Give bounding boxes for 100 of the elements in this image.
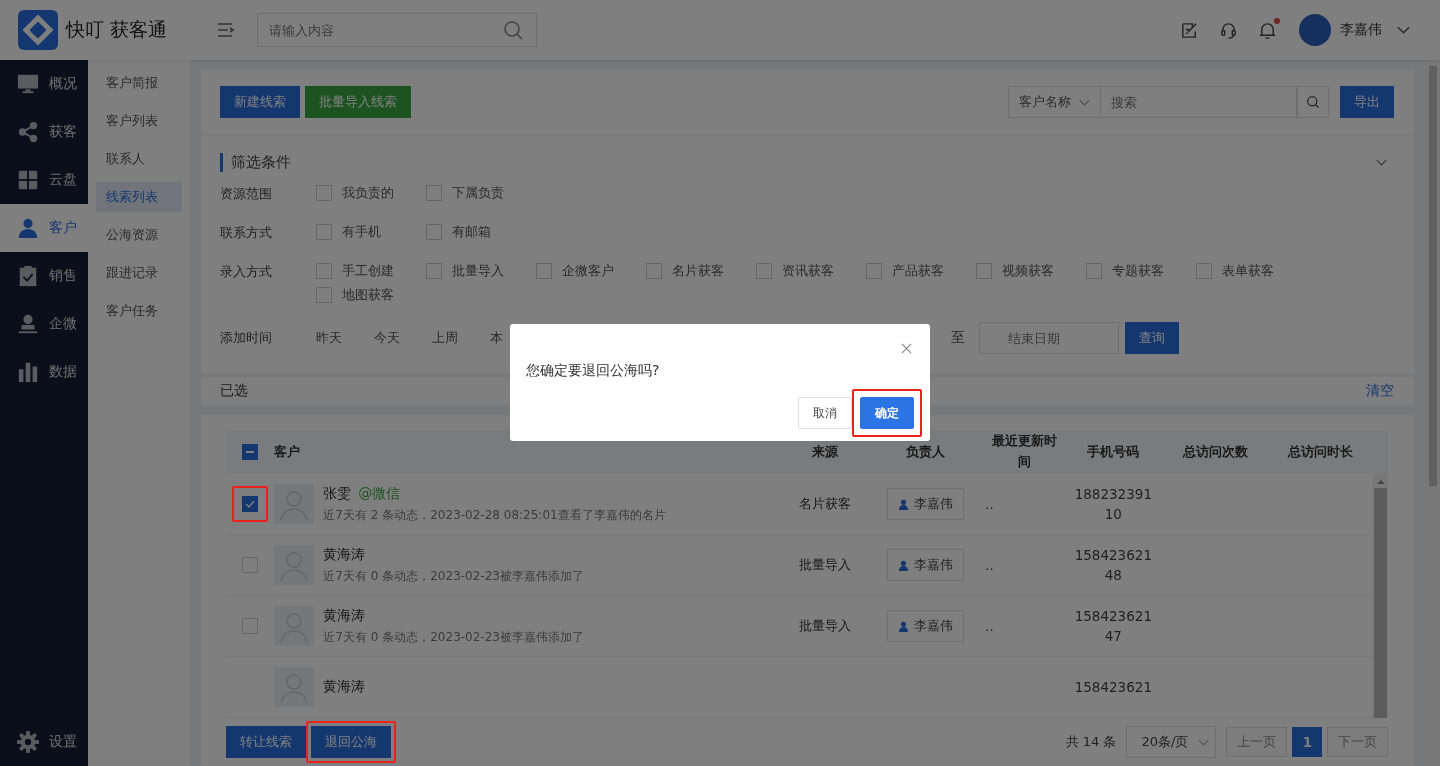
option-label[interactable]: 我负责的 bbox=[342, 184, 395, 202]
search-icon bbox=[1306, 95, 1321, 109]
search-field[interactable]: 请输入内容 bbox=[257, 13, 537, 47]
search-scope-select[interactable]: 客户名称 bbox=[1008, 86, 1102, 118]
submenu-item[interactable]: 联系人 bbox=[95, 144, 183, 174]
option-label[interactable]: 视频获客 bbox=[1002, 262, 1055, 280]
action-button[interactable]: 批量导入线索 bbox=[305, 86, 412, 118]
option-label[interactable]: 批量导入 bbox=[452, 262, 505, 280]
avatar-placeholder-icon bbox=[274, 545, 315, 585]
submenu-item[interactable]: 公海资源 bbox=[95, 220, 183, 250]
select-all-checkbox[interactable] bbox=[242, 444, 259, 460]
owner-button[interactable]: 李嘉伟 bbox=[886, 610, 964, 642]
search-icon[interactable] bbox=[503, 20, 523, 40]
chevron-down-icon bbox=[1079, 98, 1091, 106]
search-button[interactable] bbox=[1297, 86, 1330, 118]
checkbox[interactable] bbox=[866, 263, 883, 279]
option-label[interactable]: 有邮箱 bbox=[452, 223, 492, 241]
column-header: 最近更新时间 bbox=[990, 432, 1058, 471]
person-icon bbox=[897, 559, 909, 571]
time-option[interactable]: 今天 bbox=[374, 329, 433, 347]
action-button[interactable]: 新建线索 bbox=[220, 86, 301, 118]
cancel-button[interactable]: 取消 bbox=[798, 397, 852, 429]
checkbox[interactable] bbox=[426, 263, 443, 279]
menu-icon[interactable] bbox=[217, 22, 235, 38]
customer-name[interactable]: 黄海涛 bbox=[323, 545, 366, 564]
nav-item[interactable]: 销售 bbox=[0, 252, 88, 300]
option-label[interactable]: 专题获客 bbox=[1112, 262, 1165, 280]
chevron-down-icon[interactable] bbox=[1376, 158, 1388, 166]
scrollbar[interactable] bbox=[1373, 474, 1389, 718]
owner-button[interactable]: 李嘉伟 bbox=[886, 549, 964, 581]
nav-item[interactable]: 设置 bbox=[0, 718, 88, 766]
checkbox[interactable] bbox=[316, 224, 333, 240]
option-label[interactable]: 手工创建 bbox=[342, 262, 395, 280]
nav-item[interactable]: 数据 bbox=[0, 348, 88, 396]
avatar[interactable] bbox=[1299, 14, 1331, 46]
edit-icon[interactable] bbox=[1180, 20, 1199, 40]
checkbox[interactable] bbox=[1196, 263, 1213, 279]
nav-item[interactable]: 客户 bbox=[0, 204, 88, 252]
end-date-field[interactable]: 结束日期 bbox=[979, 322, 1120, 354]
phone-number: 18823239110 bbox=[1073, 485, 1153, 524]
customer-name[interactable]: 黄海涛 bbox=[323, 678, 366, 696]
checkbox[interactable] bbox=[756, 263, 773, 279]
table-cell: .. bbox=[985, 618, 994, 634]
bell-icon[interactable] bbox=[1258, 20, 1277, 40]
owner-button[interactable]: 李嘉伟 bbox=[886, 488, 964, 520]
option-label[interactable]: 产品获客 bbox=[892, 262, 945, 280]
chevron-down-icon[interactable] bbox=[1397, 26, 1410, 34]
app-title: 快叮 获客通 bbox=[66, 17, 168, 42]
bar-chart-icon bbox=[17, 361, 39, 383]
submenu-item[interactable]: 客户任务 bbox=[95, 296, 183, 326]
stamp-icon bbox=[17, 313, 39, 335]
nav-item[interactable]: 获客 bbox=[0, 108, 88, 156]
nav-item[interactable]: 云盘 bbox=[0, 156, 88, 204]
checkbox[interactable] bbox=[316, 263, 333, 279]
page-scrollbar[interactable] bbox=[1426, 60, 1440, 766]
row-checkbox[interactable] bbox=[242, 496, 259, 512]
option-label[interactable]: 资讯获客 bbox=[782, 262, 835, 280]
confirm-button[interactable]: 确定 bbox=[860, 397, 914, 429]
customer-name[interactable]: 张雯 bbox=[323, 484, 352, 503]
checkbox[interactable] bbox=[316, 185, 333, 201]
page-size-select[interactable]: 20条/页 bbox=[1126, 726, 1217, 758]
activity-text: 近7天有 0 条动态，2023-02-23被李嘉伟添加了 bbox=[323, 567, 584, 585]
query-button[interactable]: 查询 bbox=[1125, 322, 1180, 354]
share-icon bbox=[17, 121, 39, 143]
nav-item[interactable]: 概况 bbox=[0, 60, 88, 108]
checkbox[interactable] bbox=[316, 287, 333, 303]
option-label[interactable]: 地图获客 bbox=[342, 286, 395, 304]
option-label[interactable]: 名片获客 bbox=[672, 262, 725, 280]
bulk-action-button[interactable]: 退回公海 bbox=[311, 726, 392, 758]
option-label[interactable]: 下属负责 bbox=[452, 184, 505, 202]
filter-label: 联系方式 bbox=[220, 224, 274, 242]
submenu-item[interactable]: 跟进记录 bbox=[95, 258, 183, 288]
checkbox[interactable] bbox=[646, 263, 663, 279]
checkbox[interactable] bbox=[1086, 263, 1103, 279]
column-header: 客户 bbox=[274, 443, 302, 461]
option-label[interactable]: 有手机 bbox=[342, 223, 382, 241]
checkbox[interactable] bbox=[426, 185, 443, 201]
checkbox[interactable] bbox=[536, 263, 553, 279]
person-icon bbox=[17, 217, 39, 239]
bulk-action-button[interactable]: 转让线索 bbox=[226, 726, 307, 758]
checkbox[interactable] bbox=[426, 224, 443, 240]
option-label[interactable]: 企微客户 bbox=[562, 262, 615, 280]
export-button[interactable]: 导出 bbox=[1340, 86, 1395, 118]
customer-name[interactable]: 黄海涛 bbox=[323, 606, 366, 625]
close-icon[interactable] bbox=[901, 343, 912, 354]
person-icon bbox=[897, 498, 909, 510]
submenu-item[interactable]: 客户列表 bbox=[95, 106, 183, 136]
submenu-item[interactable]: 客户简报 bbox=[95, 68, 183, 98]
clear-link[interactable]: 清空 bbox=[1366, 382, 1395, 400]
page-button[interactable]: 1 bbox=[1292, 727, 1323, 757]
time-option[interactable]: 上周 bbox=[432, 329, 491, 347]
headset-icon[interactable] bbox=[1219, 20, 1238, 40]
column-header: 手机号码 bbox=[1086, 443, 1141, 461]
nav-item[interactable]: 企微 bbox=[0, 300, 88, 348]
submenu-item[interactable]: 线索列表 bbox=[95, 182, 183, 212]
search-field[interactable]: 搜索 bbox=[1101, 86, 1298, 118]
option-label[interactable]: 表单获客 bbox=[1222, 262, 1275, 280]
user-name[interactable]: 李嘉伟 bbox=[1340, 21, 1382, 39]
time-option[interactable]: 昨天 bbox=[316, 329, 375, 347]
checkbox[interactable] bbox=[976, 263, 993, 279]
